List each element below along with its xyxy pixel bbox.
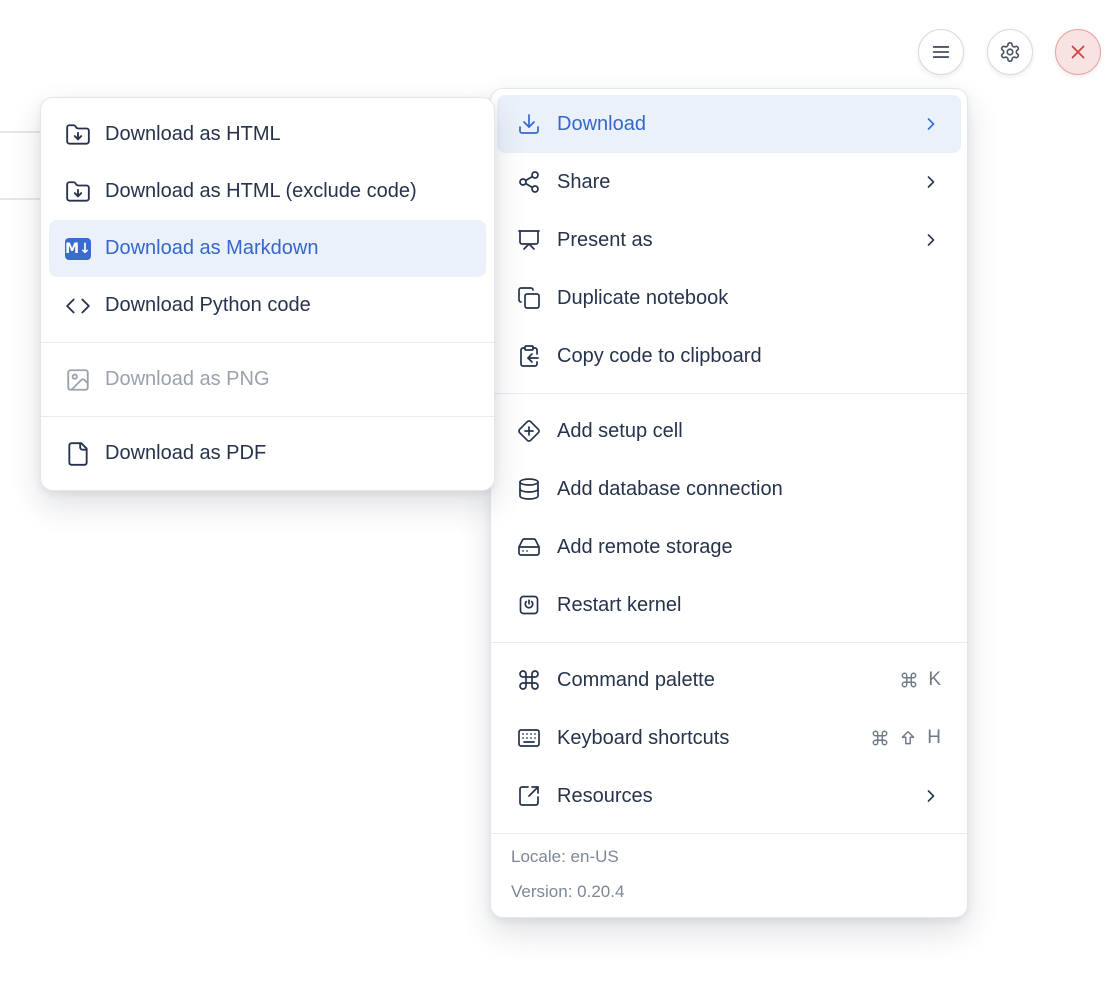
gear-icon xyxy=(999,41,1021,63)
menu-item-download-as-markdown[interactable]: M↓ Download as Markdown xyxy=(49,220,486,277)
close-button[interactable] xyxy=(1055,29,1101,75)
menu-item-duplicate-notebook[interactable]: Duplicate notebook xyxy=(497,269,961,327)
menu-item-download-as-pdf[interactable]: Download as PDF xyxy=(49,425,486,482)
chevron-right-icon xyxy=(921,172,941,192)
menu-item-label: Keyboard shortcuts xyxy=(557,727,729,750)
menu-item-label: Download Python code xyxy=(105,294,311,317)
menu-item-download[interactable]: Download xyxy=(497,95,961,153)
folder-download-icon xyxy=(65,179,91,205)
menu-item-label: Download as PDF xyxy=(105,442,266,465)
menu-item-label: Share xyxy=(557,171,610,194)
menu-item-add-remote-storage[interactable]: Add remote storage xyxy=(497,518,961,576)
image-icon xyxy=(65,367,91,393)
share-icon xyxy=(517,170,541,194)
external-link-icon xyxy=(517,784,541,808)
menu-item-add-setup-cell[interactable]: Add setup cell xyxy=(497,402,961,460)
presentation-icon xyxy=(517,228,541,252)
chevron-right-icon xyxy=(921,114,941,134)
notebook-actions-menu: Download Share Present as Duplicate note… xyxy=(490,88,968,918)
menu-item-label: Restart kernel xyxy=(557,594,682,617)
command-key-icon xyxy=(871,729,889,747)
version-text: Version: 0.20.4 xyxy=(511,883,947,902)
menu-item-resources[interactable]: Resources xyxy=(497,767,961,825)
menu-item-label: Download as PNG xyxy=(105,368,270,391)
menu-item-label: Duplicate notebook xyxy=(557,287,728,310)
command-key-icon xyxy=(900,671,918,689)
menu-separator xyxy=(491,642,967,643)
page-divider xyxy=(0,198,41,200)
menu-item-label: Download xyxy=(557,113,646,136)
hamburger-icon xyxy=(930,41,952,63)
menu-item-label: Download as Markdown xyxy=(105,237,318,260)
folder-download-icon xyxy=(65,122,91,148)
keyboard-icon xyxy=(517,726,541,750)
menu-separator xyxy=(491,393,967,394)
menu-item-copy-code[interactable]: Copy code to clipboard xyxy=(497,327,961,385)
close-icon xyxy=(1067,41,1089,63)
clipboard-copy-icon xyxy=(517,344,541,368)
menu-item-label: Command palette xyxy=(557,669,715,692)
page-divider xyxy=(0,131,41,133)
markdown-icon: M↓ xyxy=(65,236,91,262)
chevron-right-icon xyxy=(921,230,941,250)
file-icon xyxy=(65,441,91,467)
menu-item-label: Download as HTML (exclude code) xyxy=(105,180,417,203)
shift-key-icon xyxy=(899,729,917,747)
menu-item-download-as-html-exclude-code[interactable]: Download as HTML (exclude code) xyxy=(49,163,486,220)
menu-item-label: Add setup cell xyxy=(557,420,683,443)
power-square-icon xyxy=(517,593,541,617)
menu-item-restart-kernel[interactable]: Restart kernel xyxy=(497,576,961,634)
shortcut-cmd-shift-h: H xyxy=(871,727,941,749)
menu-item-download-as-html[interactable]: Download as HTML xyxy=(49,106,486,163)
diamond-plus-icon xyxy=(517,419,541,443)
notebook-menu-button[interactable] xyxy=(918,29,964,75)
menu-item-command-palette[interactable]: Command palette K xyxy=(497,651,961,709)
menu-item-label: Download as HTML xyxy=(105,123,281,146)
download-icon xyxy=(517,112,541,136)
hard-drive-icon xyxy=(517,535,541,559)
download-submenu: Download as HTML Download as HTML (exclu… xyxy=(40,97,495,491)
menu-separator xyxy=(41,416,494,417)
shortcut-letter: H xyxy=(927,727,941,749)
locale-text: Locale: en-US xyxy=(511,848,947,867)
copy-icon xyxy=(517,286,541,310)
menu-item-label: Add remote storage xyxy=(557,536,733,559)
chevron-right-icon xyxy=(921,786,941,806)
menu-item-present-as[interactable]: Present as xyxy=(497,211,961,269)
menu-item-label: Add database connection xyxy=(557,478,783,501)
menu-item-label: Resources xyxy=(557,785,653,808)
menu-item-keyboard-shortcuts[interactable]: Keyboard shortcuts H xyxy=(497,709,961,767)
markdown-badge: M↓ xyxy=(65,238,91,260)
code-icon xyxy=(65,293,91,319)
menu-item-share[interactable]: Share xyxy=(497,153,961,211)
menu-footer: Locale: en-US Version: 0.20.4 xyxy=(491,833,967,917)
menu-item-add-database[interactable]: Add database connection xyxy=(497,460,961,518)
settings-button[interactable] xyxy=(987,29,1033,75)
menu-item-label: Copy code to clipboard xyxy=(557,345,762,368)
command-icon xyxy=(517,668,541,692)
shortcut-letter: K xyxy=(928,669,941,691)
menu-item-download-python-code[interactable]: Download Python code xyxy=(49,277,486,334)
menu-item-download-as-png[interactable]: Download as PNG xyxy=(49,351,486,408)
shortcut-cmd-k: K xyxy=(900,669,941,691)
menu-item-label: Present as xyxy=(557,229,653,252)
menu-separator xyxy=(41,342,494,343)
database-icon xyxy=(517,477,541,501)
